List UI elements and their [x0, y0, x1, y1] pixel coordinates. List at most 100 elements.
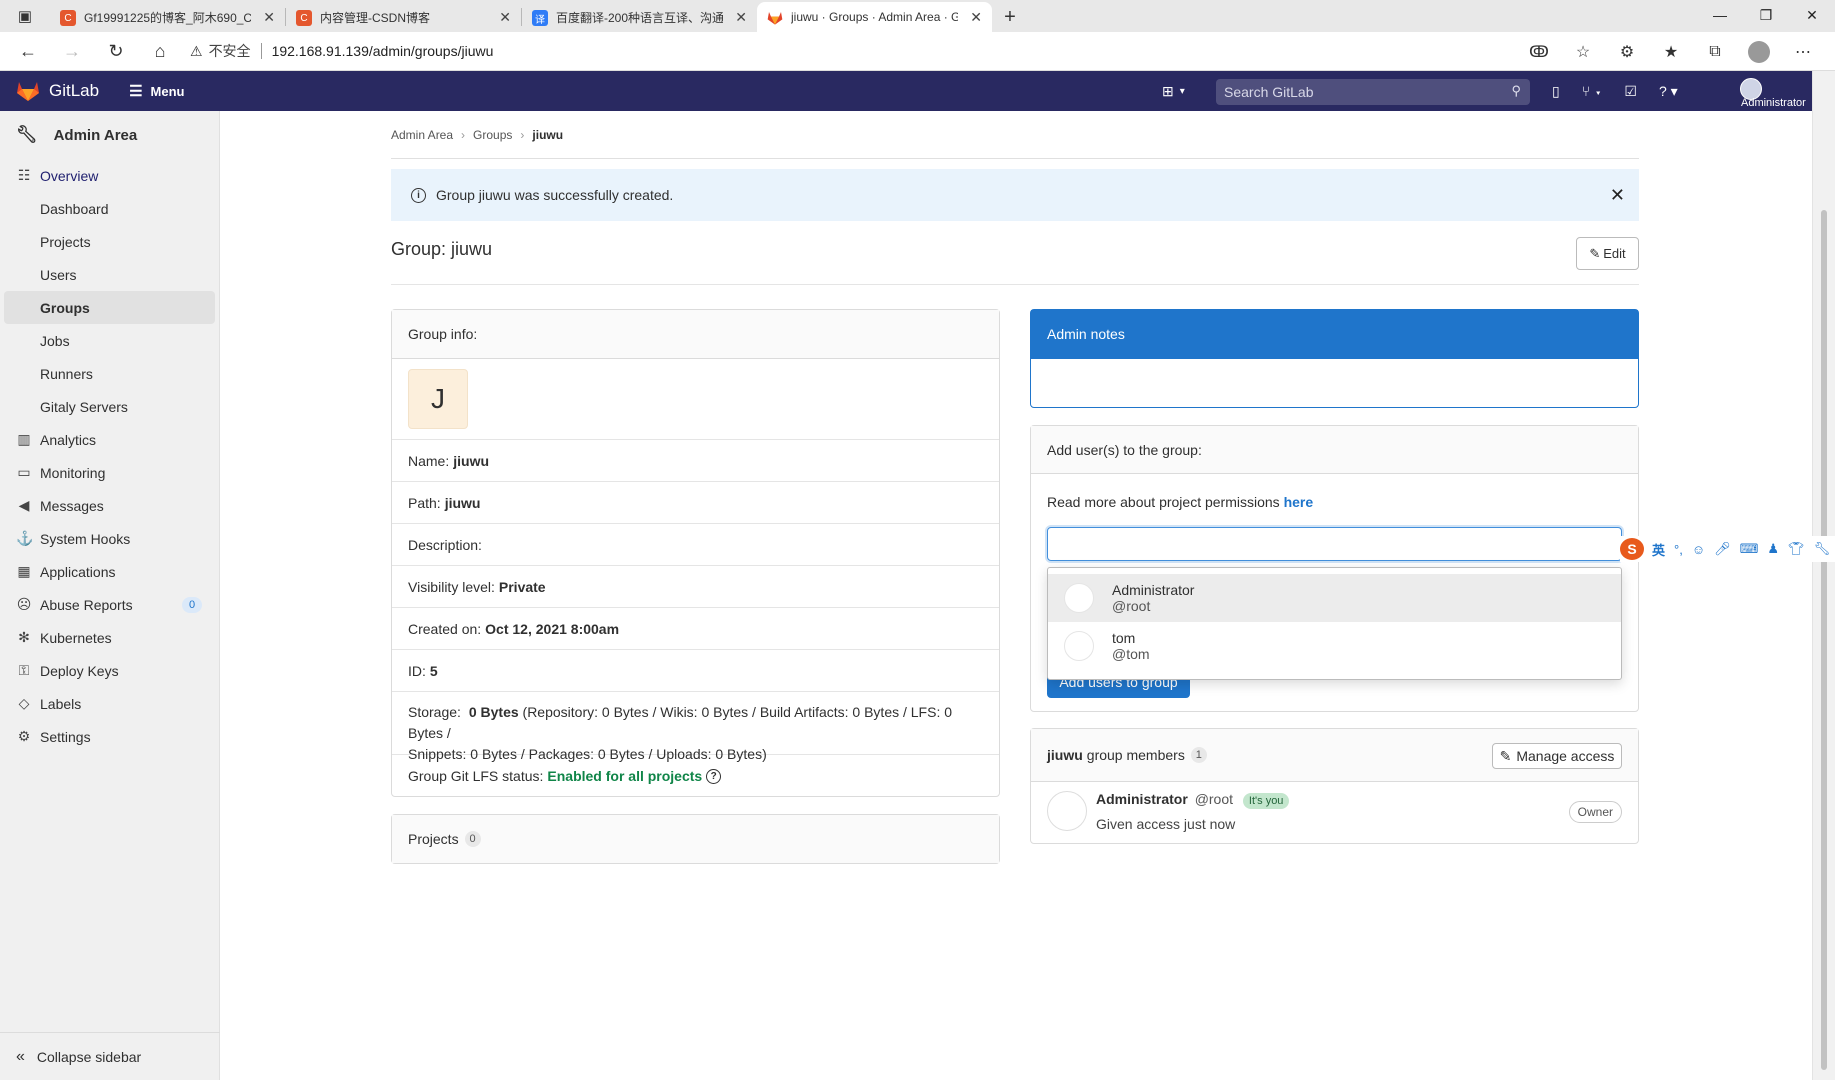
question-icon[interactable]: ? — [706, 768, 722, 784]
favorites-icon[interactable]: ★ — [1649, 42, 1693, 62]
punctuation-icon[interactable]: °, — [1674, 542, 1683, 557]
ime-language[interactable]: 英 — [1652, 540, 1665, 559]
user-search-input[interactable] — [1047, 527, 1622, 561]
add-favorite-icon[interactable]: ☆ — [1561, 42, 1605, 62]
permissions-link[interactable]: here — [1284, 494, 1314, 510]
back-icon[interactable]: ← — [6, 35, 50, 67]
sidebar-item-jobs[interactable]: Jobs — [0, 324, 219, 357]
home-icon[interactable]: ⌂ — [138, 35, 182, 67]
manage-access-button[interactable]: ✎ Manage access — [1492, 743, 1622, 769]
search-input[interactable]: Search GitLab ⚲ — [1216, 79, 1530, 105]
extensions-icon[interactable]: ⚙ — [1605, 42, 1649, 62]
forward-icon[interactable]: → — [50, 35, 94, 67]
members-label: group members — [1086, 747, 1185, 763]
info-row-name: Name: jiuwu — [392, 440, 999, 482]
issues-icon[interactable]: ▯ — [1552, 83, 1560, 100]
sidebar-item-users[interactable]: Users — [0, 258, 219, 291]
sidebar-item-system-hooks[interactable]: ⚓ System Hooks — [0, 522, 219, 555]
dropdown-option[interactable]: tom @tom — [1048, 622, 1621, 670]
sidebar-item-labels[interactable]: ◇ Labels — [0, 687, 219, 720]
profile-avatar[interactable] — [1748, 40, 1770, 63]
sidebar-item-deploy-keys[interactable]: ⚿ Deploy Keys — [0, 654, 219, 687]
help-text-label: Read more about project permissions — [1047, 494, 1280, 510]
close-tab-icon[interactable]: ✕ — [970, 9, 982, 26]
sidebar-title[interactable]: 🔧︎ Admin Area — [0, 111, 219, 159]
tab-actions-icon[interactable]: ▣ — [0, 0, 50, 32]
read-aloud-icon[interactable]: ↂ — [1517, 42, 1561, 62]
sidebar-item-analytics[interactable]: ▥ Analytics — [0, 423, 219, 456]
count-badge: 0 — [464, 831, 481, 847]
new-tab-button[interactable]: + — [992, 2, 1028, 32]
applications-icon: ▦ — [17, 563, 31, 579]
microphone-icon[interactable]: 🎤︎ — [1714, 541, 1731, 557]
info-label: Name: — [408, 452, 450, 469]
reload-icon[interactable]: ↻ — [94, 35, 138, 67]
wrench-icon[interactable]: 🔧︎ — [1814, 541, 1831, 557]
chevron-right-icon: › — [461, 128, 466, 142]
info-label: Created on: — [408, 620, 482, 637]
avatar — [1064, 631, 1094, 661]
dropdown-option[interactable]: Administrator @root — [1048, 574, 1621, 622]
close-tab-icon[interactable]: ✕ — [499, 9, 511, 26]
search-placeholder: Search GitLab — [1224, 84, 1314, 100]
sidebar-title-label: Admin Area — [53, 126, 138, 144]
sidebar-item-settings[interactable]: ⚙ Settings — [0, 720, 219, 753]
collections-icon[interactable]: ⧉ — [1693, 43, 1737, 61]
browser-tab[interactable]: C 内容管理-CSDN博客 ✕ — [286, 2, 521, 32]
sidebar-item-groups[interactable]: Groups — [4, 291, 215, 324]
breadcrumb-groups[interactable]: Groups — [473, 128, 512, 142]
sidebar-item-projects[interactable]: Projects — [0, 225, 219, 258]
close-tab-icon[interactable]: ✕ — [263, 9, 275, 26]
minimize-icon[interactable]: — — [1697, 0, 1743, 30]
main-menu-button[interactable]: ☰ Menu — [129, 82, 184, 100]
scrollbar-thumb[interactable] — [1821, 210, 1827, 1070]
manage-label: Manage access — [1516, 748, 1615, 764]
help-icon[interactable]: ? ▾ — [1659, 83, 1678, 100]
sidebar-item-runners[interactable]: Runners — [0, 357, 219, 390]
sidebar-item-abuse-reports[interactable]: ☹ Abuse Reports 0 — [0, 588, 219, 621]
storage-detail: Snippets: 0 Bytes / Packages: 0 Bytes / … — [408, 746, 767, 762]
sogou-logo-icon[interactable]: S — [1620, 538, 1644, 560]
close-window-icon[interactable]: ✕ — [1789, 0, 1835, 30]
info-row-id: ID: 5 — [392, 650, 999, 692]
kubernetes-icon: ✻ — [18, 629, 30, 645]
info-label: Visibility level: — [408, 578, 495, 595]
keyboard-icon[interactable]: ⌨ — [1740, 541, 1759, 557]
edit-button[interactable]: ✎ Edit — [1576, 237, 1639, 270]
projects-card: Projects 0 — [391, 814, 1000, 864]
close-tab-icon[interactable]: ✕ — [735, 9, 747, 26]
window-controls: — ❐ ✕ — [1697, 0, 1835, 30]
sidebar-item-overview[interactable]: ☷ Overview — [0, 159, 219, 192]
browser-tab[interactable]: 译 百度翻译-200种语言互译、沟通全世界！ ✕ — [522, 2, 757, 32]
sidebar-item-dashboard[interactable]: Dashboard — [0, 192, 219, 225]
skin-icon[interactable]: 👕︎ — [1788, 541, 1805, 557]
info-value: jiuwu — [444, 494, 481, 511]
url-field[interactable]: ⚠ 不安全 192.168.91.139/admin/groups/jiuwu — [190, 36, 493, 66]
info-row-storage: Storage: 0 Bytes (Repository: 0 Bytes / … — [392, 692, 999, 762]
collapse-sidebar-button[interactable]: « Collapse sidebar — [0, 1032, 220, 1080]
new-dropdown-button[interactable]: ⊞ ▾ — [1162, 71, 1185, 111]
sidebar-item-messages[interactable]: ◀ Messages — [0, 489, 219, 522]
merge-requests-icon[interactable]: ⑂ ▾ — [1582, 83, 1603, 99]
info-label: Description: — [408, 536, 482, 553]
breadcrumb-admin-area[interactable]: Admin Area — [391, 128, 453, 142]
breadcrumb-current[interactable]: jiuwu — [532, 128, 563, 142]
sidebar-item-applications[interactable]: ▦ Applications — [0, 555, 219, 588]
close-icon[interactable]: ✕ — [1610, 185, 1625, 206]
browser-tab-active[interactable]: jiuwu · Groups · Admin Area · GitLab ✕ — [757, 2, 992, 32]
gitlab-home-link[interactable]: GitLab — [16, 80, 99, 102]
more-options-icon[interactable]: ⋯ — [1781, 42, 1825, 62]
restore-icon[interactable]: ❐ — [1743, 0, 1789, 30]
bullhorn-icon: ◀ — [18, 497, 30, 513]
todo-icon[interactable]: ☑ — [1624, 83, 1637, 100]
sidebar-item-monitoring[interactable]: ▭ Monitoring — [0, 456, 219, 489]
emoji-icon[interactable]: ☺ — [1692, 542, 1705, 557]
sidebar-item-kubernetes[interactable]: ✻ Kubernetes — [0, 621, 219, 654]
sidebar-item-gitaly-servers[interactable]: Gitaly Servers — [0, 390, 219, 423]
projects-label: Projects — [408, 831, 459, 847]
browser-tab[interactable]: C Gf19991225的博客_阿木690_CSDN博客 ✕ — [50, 2, 285, 32]
user-icon[interactable]: ♟ — [1767, 541, 1779, 557]
member-name[interactable]: Administrator — [1096, 791, 1188, 807]
url-text: 192.168.91.139/admin/groups/jiuwu — [271, 43, 494, 59]
tab-title: Gf19991225的博客_阿木690_CSDN博客 — [84, 10, 251, 25]
